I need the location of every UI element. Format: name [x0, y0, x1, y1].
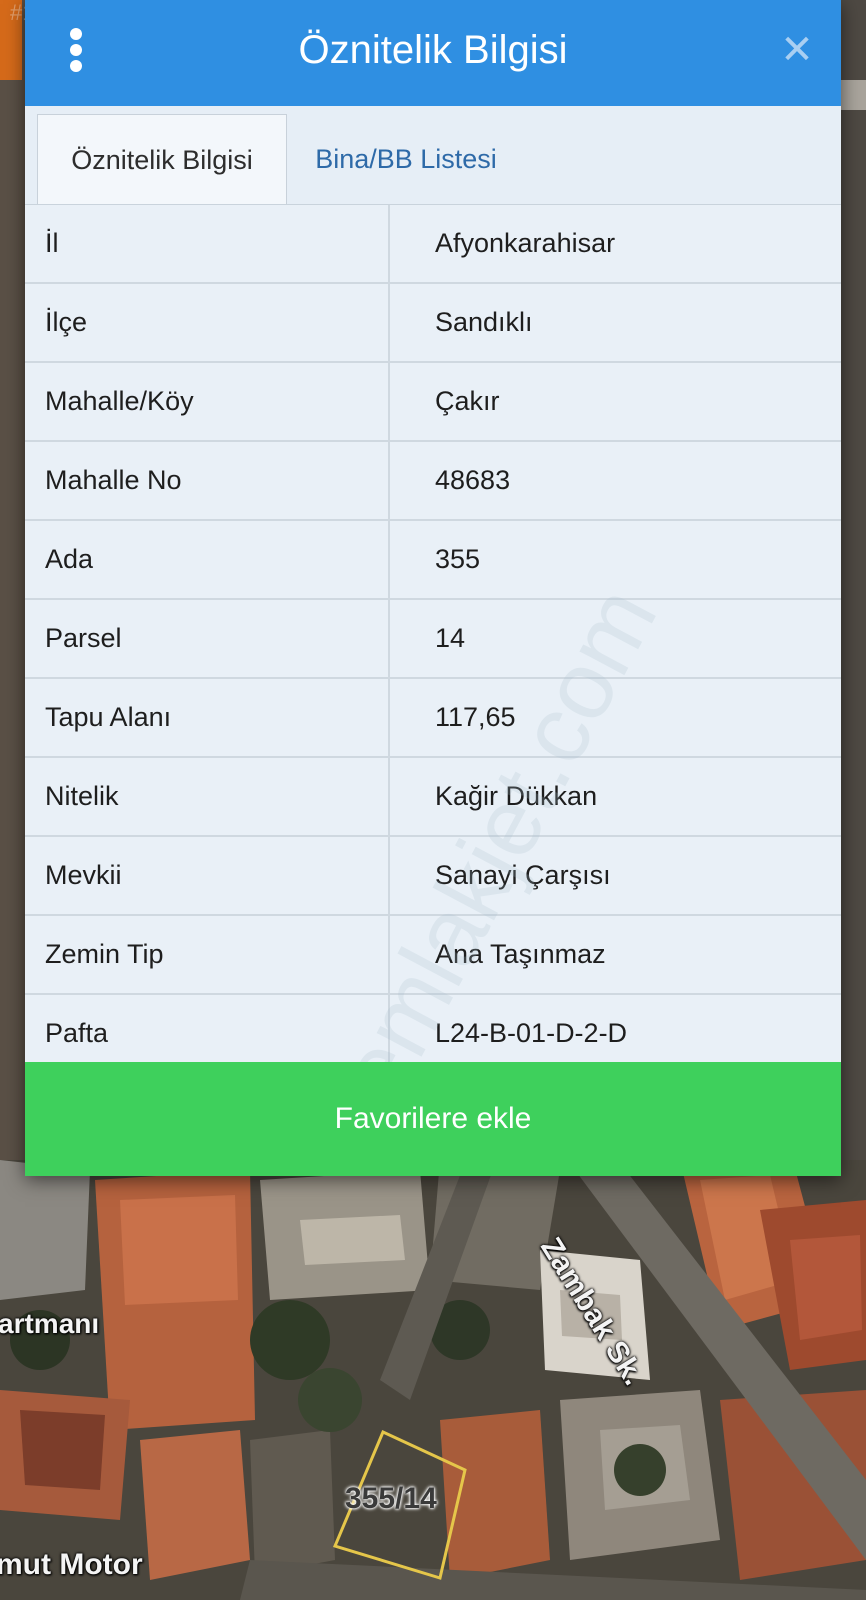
attribute-key: Tapu Alanı	[25, 679, 390, 756]
dialog-header: Öznitelik Bilgisi ✕	[25, 0, 841, 108]
table-row: Nitelik Kağir Dükkan	[25, 758, 841, 837]
attribute-value: Afyonkarahisar	[435, 228, 616, 258]
attribute-key: Mevkii	[25, 837, 390, 914]
attribute-key: Ada	[25, 521, 390, 598]
table-row: Mevkii Sanayi Çarşısı	[25, 837, 841, 916]
table-row: Tapu Alanı 117,65	[25, 679, 841, 758]
table-row: Mahalle No 48683	[25, 442, 841, 521]
attribute-value: 14	[435, 623, 466, 653]
attribute-key: Pafta	[25, 995, 390, 1072]
attribute-value: Sandıklı	[435, 307, 533, 337]
attribute-key: Zemin Tip	[25, 916, 390, 993]
building-label: artmanı	[0, 1308, 100, 1339]
attribute-key: Parsel	[25, 600, 390, 677]
table-row: Parsel 14	[25, 600, 841, 679]
attribute-value: Çakır	[435, 386, 500, 416]
attribute-value: 117,65	[435, 702, 516, 732]
table-row: İlçe Sandıklı	[25, 284, 841, 363]
tab-building-list[interactable]: Bina/BB Listesi	[291, 114, 521, 204]
add-to-favorites-button[interactable]: Favorilere ekle	[25, 1062, 841, 1176]
attribute-info-dialog: Öznitelik Bilgisi ✕ Öznitelik Bilgisi Bi…	[25, 0, 841, 1176]
dialog-title: Öznitelik Bilgisi	[298, 28, 568, 72]
attribute-value: 48683	[435, 465, 511, 495]
attribute-value: Kağir Dükkan	[435, 781, 598, 811]
attribute-key: Mahalle No	[25, 442, 390, 519]
attribute-value: Sanayi Çarşısı	[435, 860, 611, 890]
attribute-key: İl	[25, 205, 390, 282]
attribute-table: İl Afyonkarahisar İlçe Sandıklı Mahalle/…	[25, 205, 841, 1074]
attribute-value: 355	[435, 544, 481, 574]
table-row: Mahalle/Köy Çakır	[25, 363, 841, 442]
attribute-value: Ana Taşınmaz	[435, 939, 606, 969]
tab-bar: Öznitelik Bilgisi Bina/BB Listesi	[25, 106, 841, 205]
parcel-label[interactable]: 355/14	[345, 1482, 437, 1516]
attribute-key: Mahalle/Köy	[25, 363, 390, 440]
close-icon[interactable]: ✕	[777, 30, 817, 70]
table-row: Zemin Tip Ana Taşınmaz	[25, 916, 841, 995]
table-row: İl Afyonkarahisar	[25, 205, 841, 284]
tab-attribute-info[interactable]: Öznitelik Bilgisi	[37, 114, 287, 204]
table-row: Ada 355	[25, 521, 841, 600]
shop-label: mut Motor	[0, 1548, 143, 1581]
attribute-key: İlçe	[25, 284, 390, 361]
attribute-key: Nitelik	[25, 758, 390, 835]
attribute-value: L24-B-01-D-2-D	[435, 1018, 628, 1048]
